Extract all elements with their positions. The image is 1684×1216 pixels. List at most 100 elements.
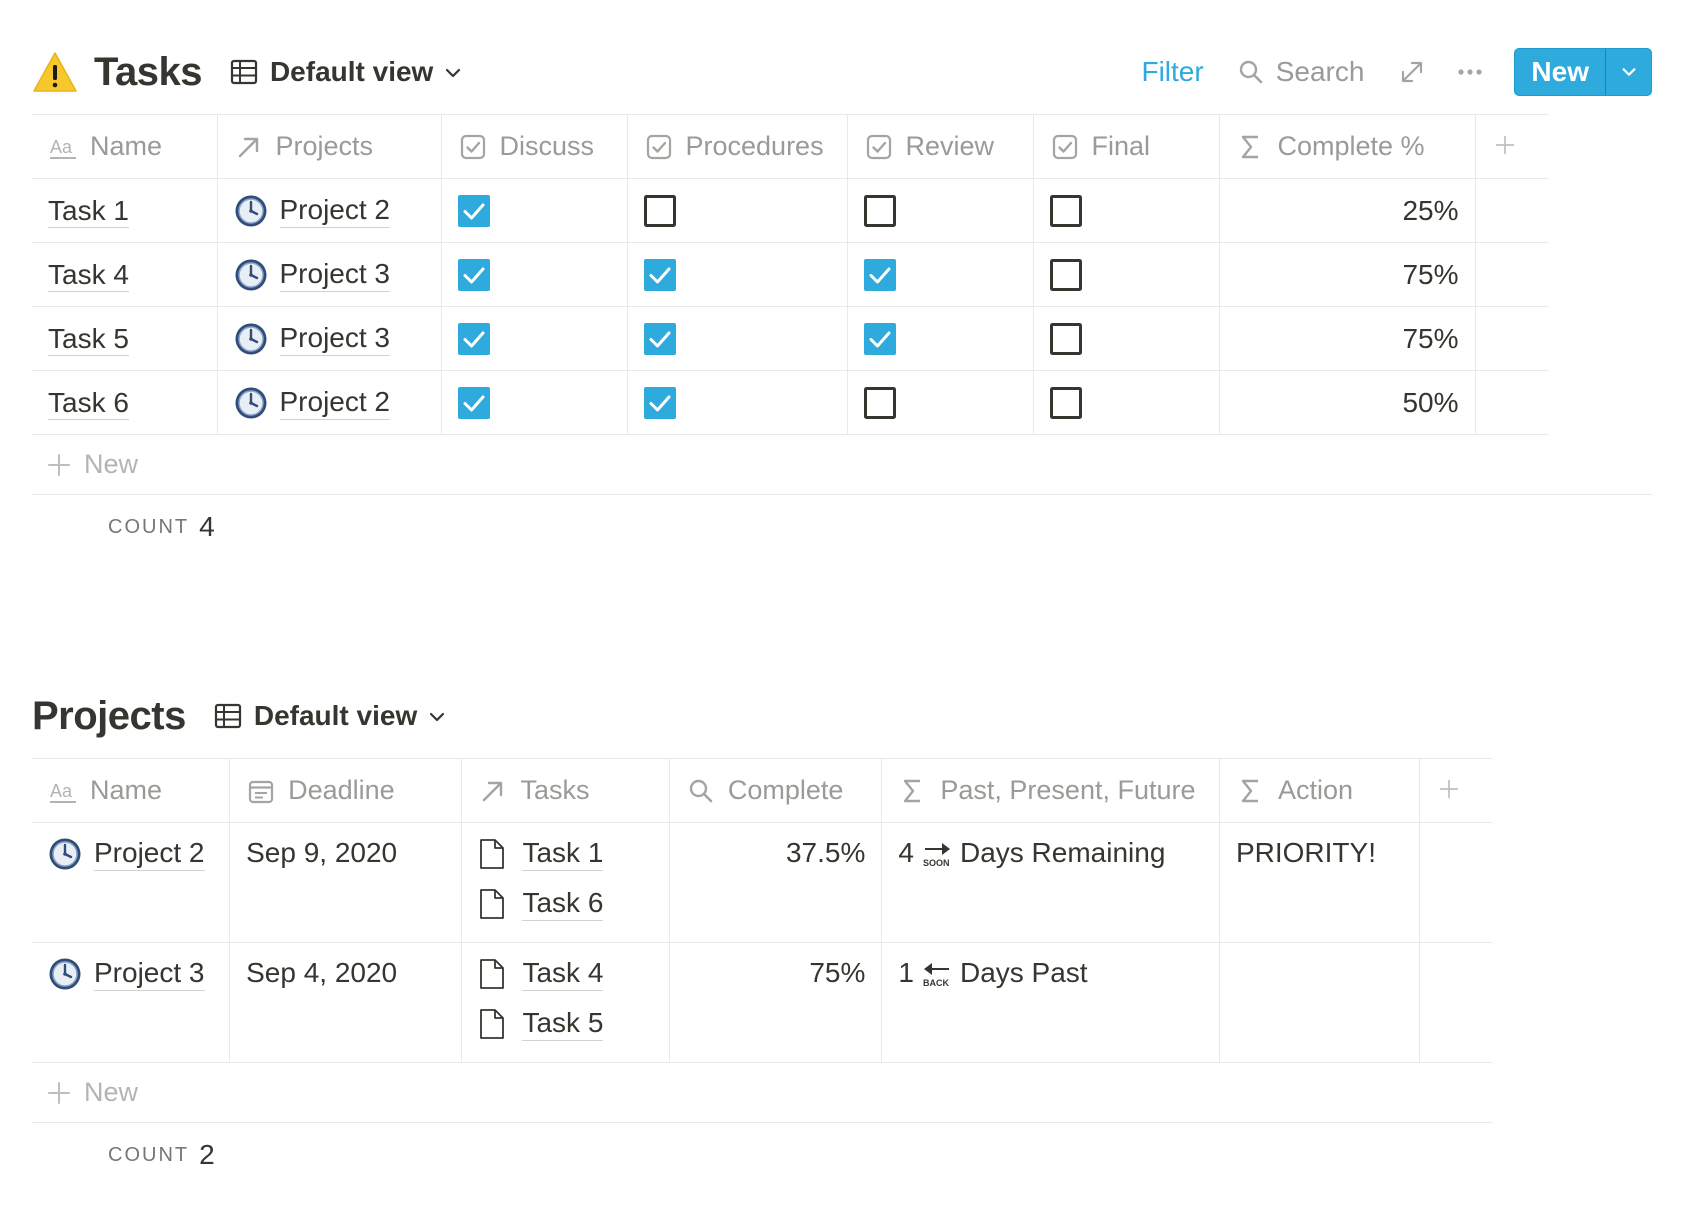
task-name: Task 1: [48, 194, 129, 228]
column-header-deadline[interactable]: Deadline: [229, 758, 463, 823]
more-options-icon[interactable]: [1456, 58, 1484, 86]
tasks-header: Tasks Default view Filter Search New: [32, 40, 1652, 104]
table-view-icon: [230, 58, 258, 86]
column-header-tasks[interactable]: Tasks: [461, 758, 670, 823]
final-checkbox[interactable]: [1050, 195, 1082, 227]
column-header-action[interactable]: Action: [1219, 758, 1420, 823]
table-row: Task 1 Project 2 25%: [32, 178, 1548, 243]
project-link[interactable]: Project 2: [279, 386, 390, 420]
review-checkbox[interactable]: [864, 195, 896, 227]
task-project-cell[interactable]: Project 2: [217, 178, 442, 243]
search-button[interactable]: Search: [1238, 56, 1364, 88]
tasks-cell: Task 4 Task 5: [461, 942, 670, 1063]
view-label: Default view: [269, 56, 434, 87]
search-icon: [688, 778, 714, 804]
plus-icon: [46, 1080, 72, 1106]
table-row: Project 3 Sep 4, 2020 Task 4 Task 5 75% 1 BACK…: [32, 942, 1492, 1063]
view-label: Default view: [253, 700, 418, 731]
svg-text:SOON: SOON: [923, 858, 950, 867]
tasks-header-row: Name Projects Discuss Procedures Review …: [32, 114, 1548, 179]
procedures-checkbox[interactable]: [644, 387, 676, 419]
review-cell: [847, 370, 1034, 435]
new-button-group: New: [1514, 48, 1652, 96]
task-project-cell[interactable]: Project 3: [217, 306, 442, 371]
project-link[interactable]: Project 3: [279, 258, 390, 292]
column-header-past-present-future[interactable]: Past, Present, Future: [881, 758, 1220, 823]
empty-cell: [1475, 306, 1548, 371]
task-name-cell[interactable]: Task 5: [32, 306, 218, 371]
days-count: 1: [898, 957, 914, 988]
text-aa-icon: [50, 134, 76, 160]
clock-icon: [234, 194, 268, 228]
project-name-cell[interactable]: Project 3: [32, 942, 231, 1063]
procedures-checkbox[interactable]: [644, 323, 676, 355]
task-link[interactable]: Task 4: [478, 957, 652, 991]
past-present-future-cell: 1 BACK Days Past: [881, 942, 1220, 1063]
review-checkbox[interactable]: [864, 259, 896, 291]
table-row: Project 2 Sep 9, 2020 Task 1 Task 6 37.5% 4 SO…: [32, 822, 1492, 943]
review-checkbox[interactable]: [864, 323, 896, 355]
past-present-future-cell: 4 SOON Days Remaining: [881, 822, 1220, 943]
tasks-database: Tasks Default view Filter Search New Nam…: [32, 40, 1652, 559]
filter-button[interactable]: Filter: [1141, 56, 1203, 88]
task-name-cell[interactable]: Task 6: [32, 370, 218, 435]
column-header-final[interactable]: Final: [1033, 114, 1220, 179]
new-dropdown-button[interactable]: [1605, 49, 1651, 95]
chevron-down-icon: [443, 63, 463, 83]
review-cell: [847, 306, 1034, 371]
procedures-cell: [627, 306, 848, 371]
column-header-procedures[interactable]: Procedures: [627, 114, 848, 179]
days-label: Days Remaining: [959, 837, 1166, 868]
column-header-complete[interactable]: Complete: [669, 758, 883, 823]
discuss-checkbox[interactable]: [458, 387, 490, 419]
soon-arrow-icon: SOON: [923, 843, 950, 867]
task-name-cell[interactable]: Task 4: [32, 242, 218, 307]
column-header-name[interactable]: Name: [32, 114, 218, 179]
task-name-cell[interactable]: Task 1: [32, 178, 218, 243]
task-project-cell[interactable]: Project 2: [217, 370, 442, 435]
column-header-complete-percent[interactable]: Complete %: [1219, 114, 1476, 179]
projects-new-row-button[interactable]: New: [32, 1063, 1492, 1123]
project-link[interactable]: Project 3: [279, 322, 390, 356]
days-count: 4: [898, 837, 914, 868]
procedures-checkbox[interactable]: [644, 259, 676, 291]
view-switcher[interactable]: Default view: [214, 700, 447, 732]
empty-cell: [1475, 178, 1548, 243]
empty-cell: [1475, 370, 1548, 435]
procedures-checkbox[interactable]: [644, 195, 676, 227]
final-checkbox[interactable]: [1050, 259, 1082, 291]
project-link[interactable]: Project 2: [279, 194, 390, 228]
toolbar: Filter Search New: [1141, 48, 1652, 96]
tasks-count[interactable]: COUNT 4: [32, 495, 1652, 559]
column-header-review[interactable]: Review: [847, 114, 1034, 179]
review-checkbox[interactable]: [864, 387, 896, 419]
clock-icon: [234, 386, 268, 420]
add-column-button[interactable]: [1419, 758, 1492, 823]
view-switcher[interactable]: Default view: [230, 56, 463, 88]
new-button[interactable]: New: [1515, 49, 1605, 95]
expand-icon[interactable]: [1398, 58, 1426, 86]
svg-text:BACK: BACK: [923, 978, 949, 987]
column-header-discuss[interactable]: Discuss: [441, 114, 628, 179]
add-column-button[interactable]: [1475, 114, 1548, 179]
project-name: Project 3: [94, 957, 205, 991]
project-name-cell[interactable]: Project 2: [32, 822, 231, 943]
task-link[interactable]: Task 5: [478, 1007, 652, 1041]
final-checkbox[interactable]: [1050, 323, 1082, 355]
tasks-new-row-button[interactable]: New: [32, 435, 1652, 495]
final-checkbox[interactable]: [1050, 387, 1082, 419]
relation-arrow-icon: [480, 778, 506, 804]
projects-count[interactable]: COUNT 2: [32, 1123, 1492, 1187]
final-cell: [1033, 370, 1220, 435]
warning-icon: [33, 52, 77, 92]
task-project-cell[interactable]: Project 3: [217, 242, 442, 307]
deadline-cell[interactable]: Sep 9, 2020: [229, 822, 463, 943]
task-link[interactable]: Task 1: [478, 837, 652, 871]
column-header-projects[interactable]: Projects: [217, 114, 442, 179]
deadline-cell[interactable]: Sep 4, 2020: [229, 942, 463, 1063]
column-header-name[interactable]: Name: [32, 758, 231, 823]
discuss-checkbox[interactable]: [458, 259, 490, 291]
discuss-checkbox[interactable]: [458, 323, 490, 355]
discuss-checkbox[interactable]: [458, 195, 490, 227]
task-link[interactable]: Task 6: [478, 887, 652, 921]
